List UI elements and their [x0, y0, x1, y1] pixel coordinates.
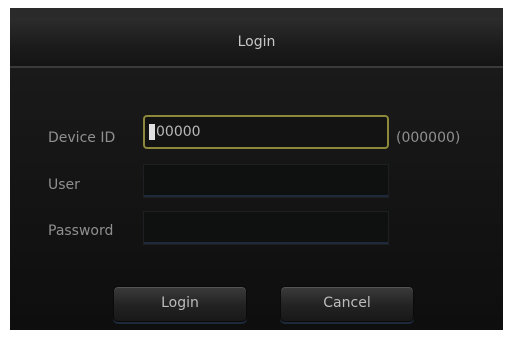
text-cursor	[149, 124, 155, 140]
device-id-label: Device ID	[48, 130, 116, 146]
password-input[interactable]	[143, 211, 389, 245]
login-button[interactable]: Login	[113, 286, 247, 322]
device-id-hint: (000000)	[396, 130, 461, 146]
dialog-titlebar: Login	[10, 18, 503, 68]
user-label: User	[48, 177, 80, 193]
login-screen: Login Device ID 00000 (000000) User Pass…	[10, 8, 503, 330]
login-dialog: Login Device ID 00000 (000000) User Pass…	[10, 18, 503, 330]
password-label: Password	[48, 223, 114, 239]
background-strip	[10, 8, 503, 18]
user-input[interactable]	[143, 164, 389, 198]
cancel-button[interactable]: Cancel	[280, 286, 414, 322]
dialog-title: Login	[237, 34, 276, 50]
device-id-value: 00000	[156, 124, 201, 140]
device-id-input[interactable]: 00000	[143, 115, 389, 149]
